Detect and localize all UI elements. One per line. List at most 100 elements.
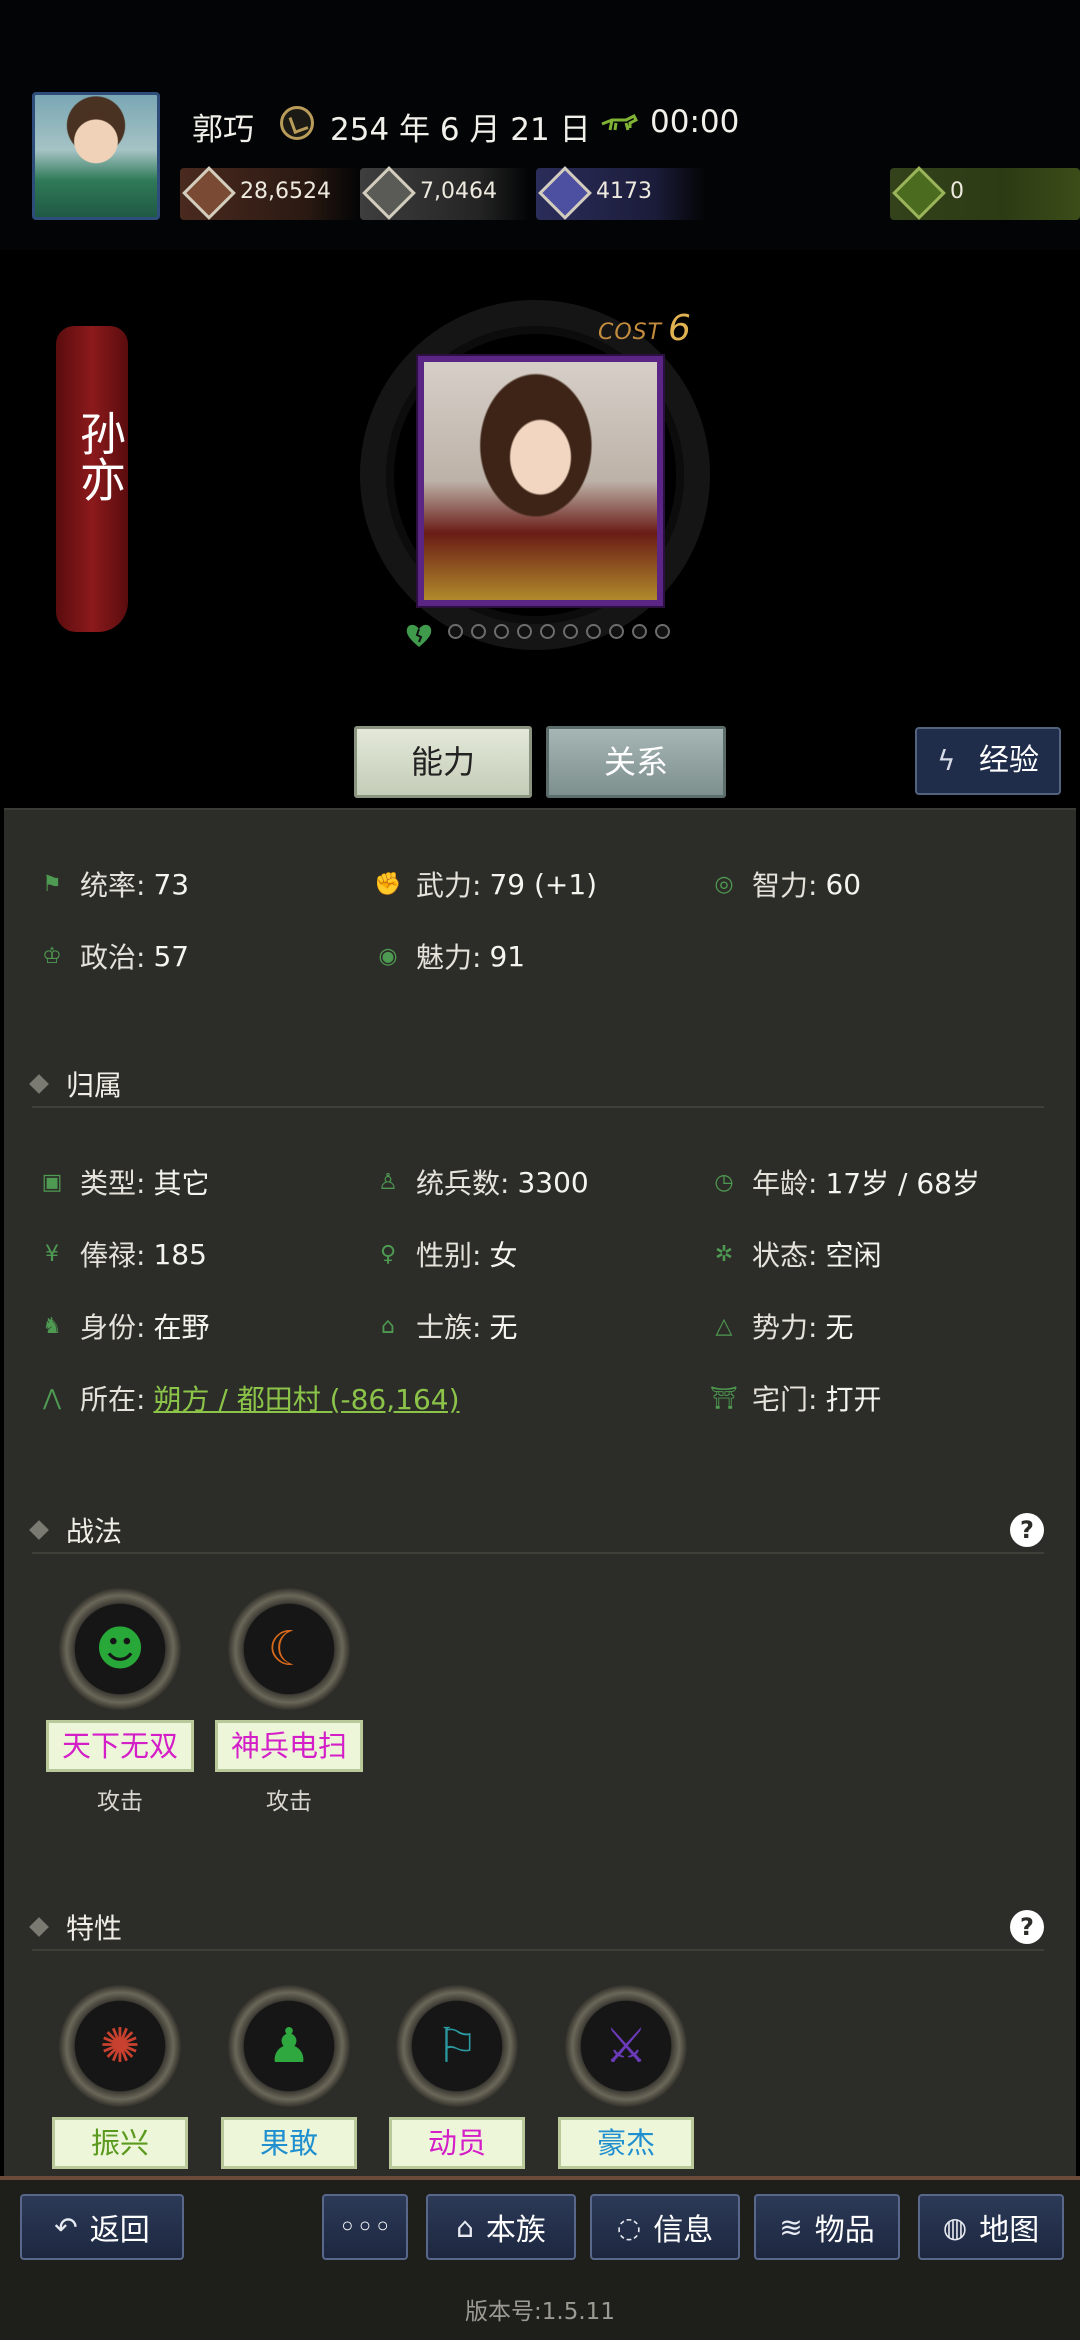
top-status-bar: 郭巧 254 年 6 月 21 日 00:00 28,6524 7,0464 4… (0, 0, 1080, 250)
trait-name: 豪杰 (558, 2117, 694, 2169)
field-status: ✲ 状态 空闲 (710, 1232, 882, 1276)
diamond-bullet-icon (29, 1074, 49, 1094)
field-value: 女 (489, 1239, 518, 1272)
rank-progress-dots (448, 624, 670, 639)
diamond-bullet-icon (29, 1917, 49, 1937)
experience-label: 经验 (979, 743, 1039, 778)
field-label: 宅门 (752, 1378, 825, 1418)
age-clock-icon: ◷ (714, 1169, 734, 1195)
back-button[interactable]: ↶ 返回 (20, 2194, 184, 2260)
divider (32, 1552, 1044, 1554)
info-label: 信息 (653, 2213, 714, 2248)
rank-dot (471, 624, 486, 639)
loyalty-heart-icon (406, 624, 432, 647)
trait-item[interactable]: ✺ 振兴 (45, 1985, 195, 2169)
tab-ability[interactable]: 能力 (354, 726, 532, 798)
section-tactics: 战法 (29, 1508, 123, 1552)
section-title: 战法 (66, 1515, 123, 1548)
info-button[interactable]: ◌ 信息 (590, 2194, 740, 2260)
location-link[interactable]: 朔方 / 都田村 (-86,164) (153, 1378, 459, 1418)
field-label: 年龄 (752, 1162, 825, 1202)
bag-value: 0 (950, 179, 964, 204)
rank-dot (655, 624, 670, 639)
section-title: 归属 (66, 1069, 123, 1102)
diamond-bullet-icon (29, 1520, 49, 1540)
field-value: 在野 (153, 1311, 210, 1344)
calendar-check-icon: ▣ (41, 1169, 63, 1195)
brain-icon: ◎ (714, 871, 734, 897)
tactic-item[interactable]: ☻ 天下无双 攻击 (45, 1588, 195, 1816)
tactics-help-icon[interactable]: ? (1010, 1513, 1044, 1547)
items-label: 物品 (814, 2213, 875, 2248)
bottom-navigation: ↶ 返回 ◦◦◦ ⌂ 本族 ◌ 信息 ≋ 物品 ◍ 地图 版本号:1.5.11 (0, 2176, 1080, 2340)
trait-item[interactable]: ⚔ 豪杰 (551, 1985, 701, 2169)
clan-button[interactable]: ⌂ 本族 (426, 2194, 576, 2260)
hero-detail-panel[interactable]: ⚑ 统率 73 ✊ 武力 79 (+1) ◎ 智力 60 ♔ 政治 57 ◉ 魅… (4, 808, 1076, 2178)
horse-speed-icon[interactable] (600, 114, 638, 132)
traits-help-icon[interactable]: ? (1010, 1910, 1044, 1944)
strongman-icon: ♟ (267, 2018, 311, 2074)
stat-value: 91 (489, 939, 526, 973)
globe-icon: ◍ (942, 2210, 968, 2244)
status-icon: ✲ (714, 1241, 734, 1267)
back-label: 返回 (89, 2213, 150, 2248)
field-value: 其它 (153, 1167, 210, 1200)
field-label: 类型 (80, 1162, 153, 1202)
items-button[interactable]: ≋ 物品 (754, 2194, 900, 2260)
field-value: 打开 (825, 1383, 882, 1416)
game-date: 254 年 6 月 21 日 (330, 112, 591, 148)
return-arrow-icon: ↶ (54, 2210, 78, 2244)
tactic-orb: ☾ (228, 1588, 350, 1710)
muscle-icon: ✊ (374, 871, 402, 897)
stat-value: 57 (153, 939, 190, 973)
field-identity: ♞ 身份 在野 (38, 1304, 209, 1348)
troops-resource: 4173 (536, 166, 706, 220)
food-resource: 7,0464 (360, 166, 530, 220)
money-bag-icon (892, 166, 946, 220)
eye-icon: ◉ (378, 943, 398, 969)
field-gender: ♀ 性别 女 (374, 1232, 518, 1276)
field-age: ◷ 年龄 17岁 / 68岁 (710, 1160, 980, 1204)
gate-icon: ⛩ (710, 1385, 738, 1411)
divider (32, 1949, 1044, 1951)
stat-label: 政治 (80, 936, 153, 976)
rank-dot (632, 624, 647, 639)
tactic-type: 攻击 (97, 1789, 143, 1815)
rank-dot (586, 624, 601, 639)
trait-item[interactable]: ⚐ 动员 (382, 1985, 532, 2169)
divider (32, 1106, 1044, 1108)
troops-value: 4173 (596, 179, 652, 204)
grassland-icon: ⋀ (42, 1385, 62, 1411)
stat-label: 智力 (752, 864, 825, 904)
battle-axe-icon: ⚔ (604, 2018, 648, 2074)
stat-label: 魅力 (416, 936, 489, 976)
field-value: 无 (825, 1311, 854, 1344)
field-faction: △ 势力 无 (710, 1304, 854, 1348)
field-label: 俸禄 (80, 1234, 153, 1274)
trait-name: 动员 (389, 2117, 525, 2169)
field-type: ▣ 类型 其它 (38, 1160, 210, 1204)
more-button[interactable]: ◦◦◦ (322, 2194, 408, 2260)
flag-icon: ⚑ (42, 871, 62, 897)
field-label: 状态 (752, 1234, 825, 1274)
stat-label: 统率 (80, 864, 153, 904)
stat-command: ⚑ 统率 73 (38, 862, 189, 906)
crown-icon: ♔ (42, 943, 62, 969)
map-button[interactable]: ◍ 地图 (918, 2194, 1064, 2260)
stat-value: 60 (825, 867, 862, 901)
hero-name: 孙亦 (73, 410, 127, 502)
tactic-item[interactable]: ☾ 神兵电扫 攻击 (214, 1588, 364, 1816)
player-avatar[interactable] (32, 92, 160, 220)
stat-force: ✊ 武力 79 (+1) (374, 862, 597, 906)
stat-charm: ◉ 魅力 91 (374, 934, 525, 978)
tab-relation[interactable]: 关系 (546, 726, 726, 798)
hero-portrait[interactable] (418, 356, 663, 606)
trait-item[interactable]: ♟ 果敢 (214, 1985, 364, 2169)
section-traits: 特性 (29, 1905, 122, 1949)
stat-value: 79 (+1) (489, 867, 598, 901)
trait-name: 振兴 (52, 2117, 188, 2169)
bag-resource[interactable]: 0 (890, 166, 1080, 220)
more-dots-icon: ◦◦◦ (338, 2209, 392, 2245)
experience-button[interactable]: ϟ 经验 (915, 727, 1061, 795)
hero-name-banner: 孙亦 (56, 326, 128, 632)
